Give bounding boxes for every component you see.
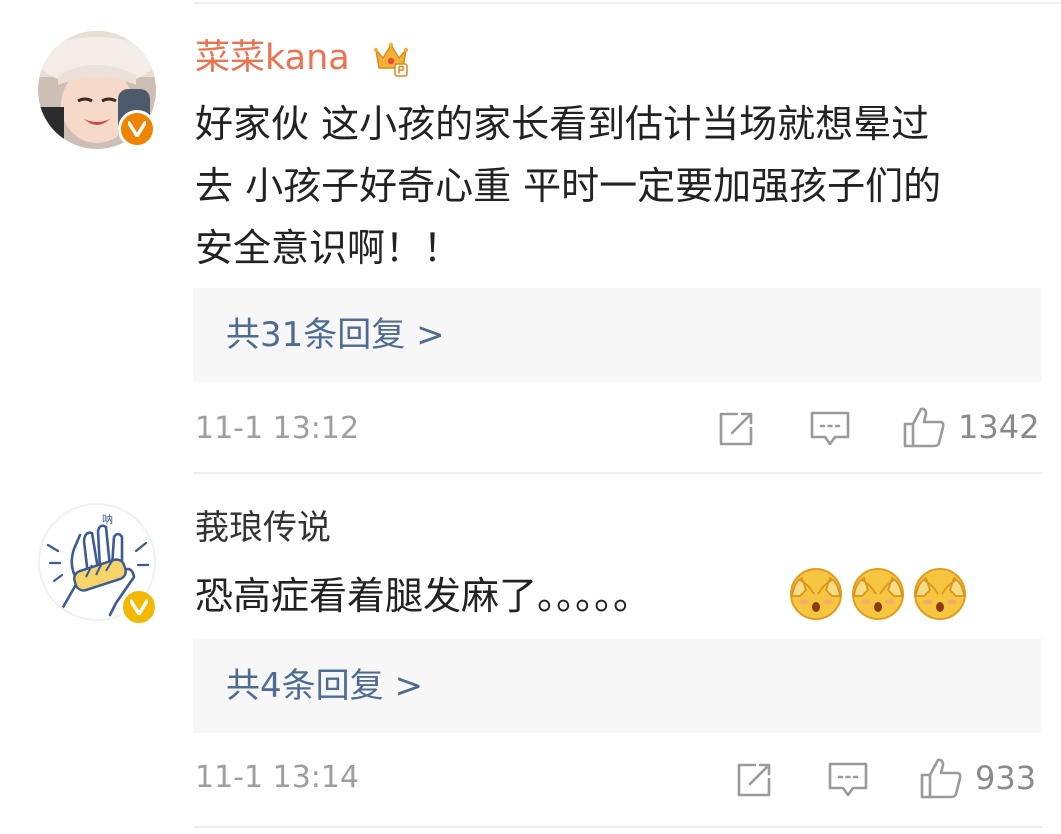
crown-icon (371, 38, 411, 82)
comment-text-line: 去 小孩子好奇心重 平时一定要加强孩子们的 (195, 164, 942, 208)
view-replies-button[interactable]: 共31条回复 > (193, 288, 1042, 382)
comment-text: 好家伙 这小孩的家长看到估计当场就想晕过 去 小孩子好奇心重 平时一定要加强孩子… (195, 93, 941, 279)
timestamp: 11-1 13:14 (195, 760, 360, 795)
comment-text-line: 好家伙 这小孩的家长看到估计当场就想晕过 (195, 102, 930, 146)
divider (193, 826, 1042, 828)
verified-badge-icon (120, 588, 158, 626)
comment-icon (828, 762, 868, 797)
comment-item: 呐 莪琅传说 恐高症看着腿发麻了。。。。。 共4条回复 > 11-1 13:14… (0, 474, 1061, 834)
like-button[interactable]: 1342 (902, 405, 1039, 449)
repost-button[interactable] (716, 409, 756, 449)
comment-button[interactable] (809, 409, 851, 449)
verified-badge-icon (118, 110, 156, 148)
like-count: 933 (975, 759, 1037, 797)
svg-text:呐: 呐 (102, 513, 113, 526)
timestamp: 11-1 13:12 (195, 411, 360, 446)
username[interactable]: 莪琅传说 (195, 506, 331, 550)
comment-item: 菜菜kana 好家伙 这小孩的家长看到估计当场就想晕过 去 小孩子好奇心重 平时… (0, 0, 1061, 474)
username[interactable]: 菜菜kana (195, 36, 350, 80)
view-replies-label: 共31条回复 > (226, 315, 445, 355)
scared-emoji-icon (914, 568, 966, 620)
scared-emoji-icon (852, 568, 904, 620)
thumbs-up-icon (903, 407, 945, 448)
comment-icon (810, 411, 850, 446)
comment-text: 恐高症看着腿发麻了。。。。。 (195, 574, 652, 618)
view-replies-button[interactable]: 共4条回复 > (193, 639, 1042, 733)
repost-button[interactable] (734, 760, 774, 800)
like-count: 1342 (958, 408, 1040, 446)
view-replies-label: 共4条回复 > (226, 666, 423, 706)
comment-button[interactable] (827, 760, 869, 800)
repost-icon (737, 763, 771, 797)
thumbs-up-icon (920, 758, 962, 799)
repost-icon (719, 412, 753, 446)
like-button[interactable]: 933 (919, 756, 1036, 800)
scared-emoji-icon (790, 568, 842, 620)
comment-text-line: 安全意识啊！！ (195, 226, 462, 270)
